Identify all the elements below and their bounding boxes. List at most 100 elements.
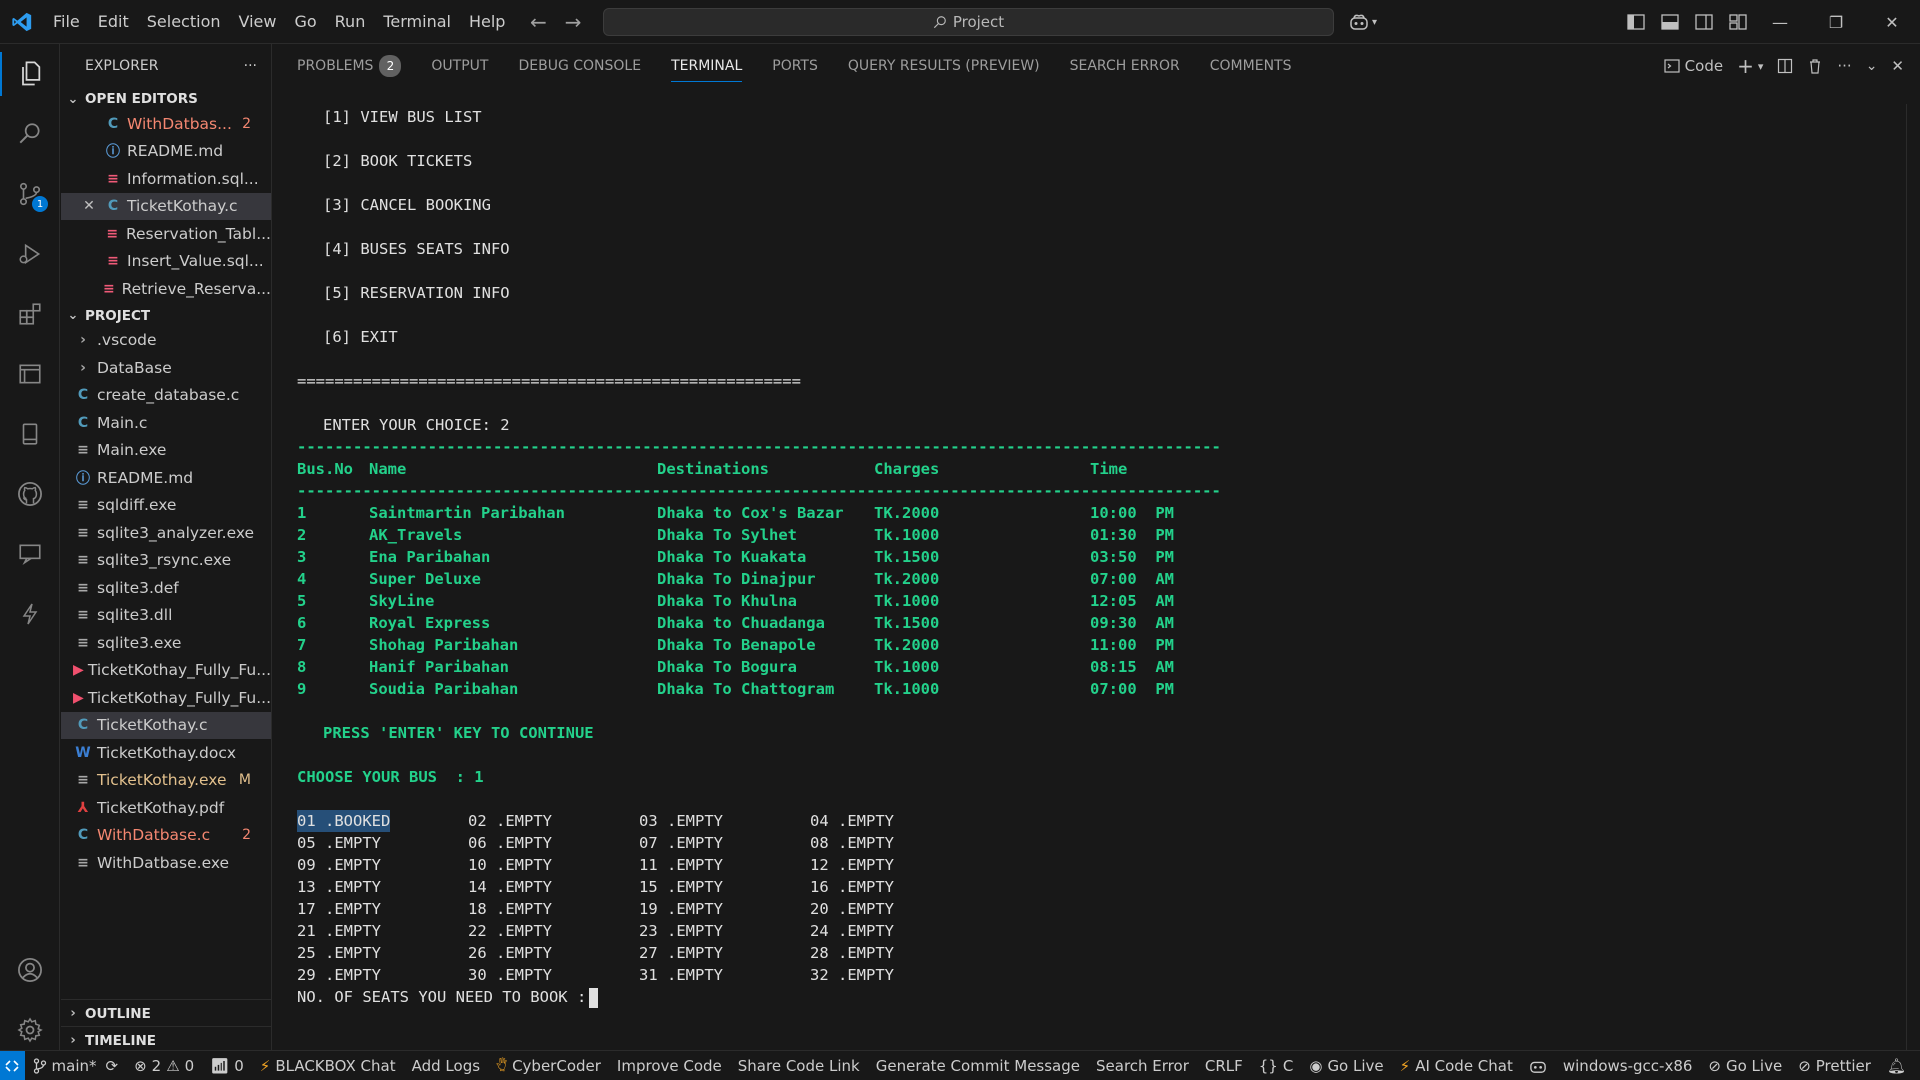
chevron-down-icon[interactable]: ▾ [1758,60,1764,73]
remote-explorer-activity-button[interactable] [0,344,60,404]
ports-indicator[interactable]: 📶︎ 0 [202,1057,252,1075]
more-actions-icon[interactable]: ··· [1837,57,1851,75]
tab-search-error[interactable]: SEARCH ERROR [1070,44,1180,88]
file-item[interactable]: ≡ Retrieve_Reserva... [61,275,271,303]
explorer-activity-button[interactable] [0,44,60,104]
file-item[interactable]: ⓘ README.md [61,464,271,492]
tab-ports[interactable]: PORTS [772,44,818,88]
language-indicator[interactable]: {} C [1251,1057,1302,1075]
file-item[interactable]: Ccreate_database.c [61,382,271,410]
terminal-scrollbar[interactable] [1906,104,1920,1050]
eol-indicator[interactable]: CRLF [1197,1057,1251,1075]
copilot-status-icon[interactable] [1521,1058,1555,1074]
file-item[interactable]: ⓘ README.md [61,138,271,166]
run-debug-activity-button[interactable] [0,224,60,284]
menu-terminal[interactable]: Terminal [374,0,460,44]
command-center-search[interactable]: Project [603,8,1334,36]
restore-button[interactable]: ❐ [1808,0,1864,44]
customize-layout-icon[interactable] [1722,6,1754,38]
project-section-header[interactable]: ⌄ PROJECT [61,305,271,327]
file-item[interactable]: ≡ WithDatbase.exe [61,849,271,877]
status-improve-code[interactable]: Improve Code [609,1057,730,1075]
file-item[interactable]: ≡ sqlite3_analyzer.exe [61,519,271,547]
file-item[interactable]: W TicketKothay.docx [61,739,271,767]
extensions-activity-button[interactable] [0,284,60,344]
menu-view[interactable]: View [230,0,286,44]
menu-run[interactable]: Run [326,0,375,44]
more-actions-icon[interactable]: ··· [244,58,257,74]
copilot-button[interactable]: ▾ [1349,6,1377,38]
minimize-button[interactable]: — [1752,0,1808,44]
menu-selection[interactable]: Selection [138,0,230,44]
status-cybercoder[interactable]: 🖐︎ CyberCoder [488,1056,609,1075]
file-item[interactable]: C TicketKothay.c [61,711,271,739]
file-item[interactable]: C WithDatbas... 2 [61,110,271,138]
forward-arrow-icon[interactable]: → [565,10,582,34]
menu-file[interactable]: File [44,0,89,44]
status-add-logs[interactable]: Add Logs [404,1057,488,1075]
file-item[interactable]: ≡ Main.exe [61,437,271,465]
menu-go[interactable]: Go [285,0,325,44]
tab-query-results-preview[interactable]: QUERY RESULTS (PREVIEW) [848,44,1040,88]
file-item[interactable]: ▶ TicketKothay_Fully_Fu... [61,684,271,712]
open-editors-section-header[interactable]: ⌄ OPEN EDITORS [61,88,271,110]
blackbox-activity-button[interactable] [0,584,60,644]
file-item[interactable]: ≡ sqlite3.def [61,574,271,602]
notifications-button[interactable]: 🔔︎ [1879,1057,1920,1075]
bus-table-cell: 03:50 PM [1090,548,1174,566]
remote-indicator[interactable] [0,1050,25,1080]
split-terminal-icon[interactable] [1777,58,1793,74]
menu-edit[interactable]: Edit [89,0,138,44]
file-item[interactable]: › .vscode [61,327,271,355]
tab-problems[interactable]: PROBLEMS 2 [297,44,402,88]
branch-indicator[interactable]: main* ⟳ [25,1057,127,1075]
chat-activity-button[interactable] [0,524,60,584]
compiler-indicator[interactable]: windows-gcc-x86 [1555,1057,1701,1075]
github-activity-button[interactable] [0,464,60,524]
file-item[interactable]: ≡ sqlite3.exe [61,629,271,657]
new-terminal-plus-icon[interactable]: + [1737,54,1754,78]
status-blackbox-chat[interactable]: ⚡︎ BLACKBOX Chat [252,1057,404,1075]
tab-debug-console[interactable]: DEBUG CONSOLE [518,44,641,88]
outline-section-header[interactable]: › OUTLINE [61,999,272,1027]
file-item[interactable]: ▶ TicketKothay_Fully_Fu... [61,657,271,685]
database-activity-button[interactable] [0,404,60,464]
status-generate-commit-message[interactable]: Generate Commit Message [868,1057,1088,1075]
file-item[interactable]: ≡ sqlite3_rsync.exe [61,547,271,575]
tab-comments[interactable]: COMMENTS [1210,44,1292,88]
file-item[interactable]: ⅄ TicketKothay.pdf [61,794,271,822]
status-search-error[interactable]: Search Error [1088,1057,1197,1075]
problems-indicator[interactable]: ⊗ 2 ⚠ 0 [126,1057,202,1075]
terminal-instance-label[interactable]: Code [1664,57,1723,75]
file-item[interactable]: ≡ sqlite3.dll [61,602,271,630]
close-icon[interactable]: ✕ [79,198,99,214]
maximize-panel-chevron-icon[interactable]: ⌄ [1866,58,1878,74]
trash-icon[interactable] [1807,58,1823,74]
file-item[interactable]: C Main.c [61,409,271,437]
back-arrow-icon[interactable]: ← [530,10,547,34]
accounts-activity-button[interactable] [0,940,60,1000]
file-item[interactable]: ≡ Reservation_Tabl... [61,220,271,248]
go-live-button-1[interactable]: ◉ Go Live [1301,1057,1391,1075]
close-panel-icon[interactable]: ✕ [1891,57,1904,75]
prettier-indicator[interactable]: ⊘ Prettier [1790,1057,1879,1075]
file-item[interactable]: ≡ TicketKothay.exe M [61,767,271,795]
close-window-button[interactable]: ✕ [1864,0,1920,44]
search-activity-button[interactable] [0,104,60,164]
file-item[interactable]: ✕ C TicketKothay.c [61,192,271,220]
tab-output[interactable]: OUTPUT [431,44,488,88]
menu-help[interactable]: Help [460,0,514,44]
toggle-panel-icon[interactable] [1654,6,1686,38]
ai-chat-button[interactable]: ⚡︎ AI Code Chat [1392,1057,1521,1075]
status-share-code-link[interactable]: Share Code Link [730,1057,868,1075]
file-item[interactable]: ≡ Insert_Value.sql... [61,248,271,276]
tab-terminal[interactable]: TERMINAL [671,44,743,88]
file-item[interactable]: › DataBase [61,354,271,382]
file-item[interactable]: C WithDatbase.c 2 [61,822,271,850]
file-item[interactable]: ≡ Information.sql... [61,165,271,193]
go-live-button-2[interactable]: ⊘ Go Live [1700,1057,1790,1075]
toggle-primary-sidebar-icon[interactable] [1620,6,1652,38]
source-control-activity-button[interactable]: 1 [0,164,60,224]
file-item[interactable]: ≡ sqldiff.exe [61,492,271,520]
toggle-secondary-sidebar-icon[interactable] [1688,6,1720,38]
